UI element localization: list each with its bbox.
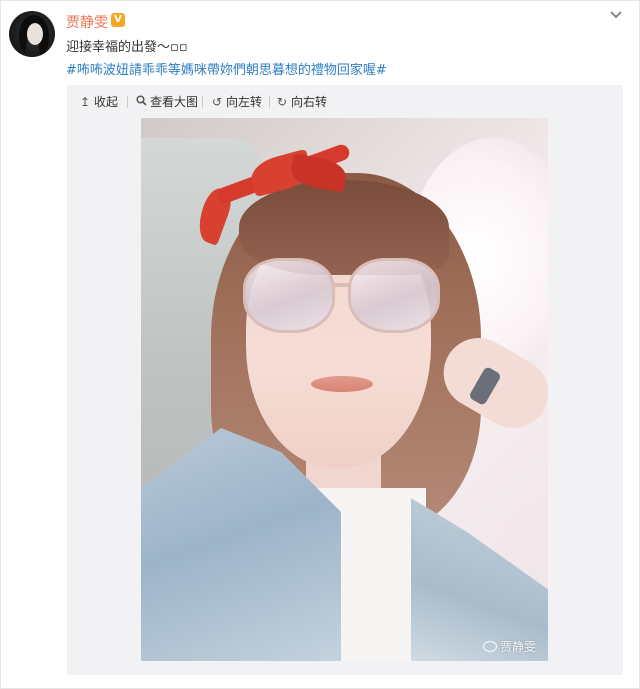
- rotate-right-label: 向右转: [291, 95, 328, 109]
- watermark-text: 贾静雯: [499, 640, 536, 654]
- post-text: 迎接幸福的出發～▫▫: [66, 40, 188, 55]
- photo-lips: [311, 376, 373, 392]
- rotate-left-button[interactable]: ↺ 向左转: [211, 91, 262, 113]
- arrow-up-icon: ↥: [79, 95, 91, 109]
- view-large-button[interactable]: 查看大图: [135, 91, 198, 113]
- collapse-button[interactable]: ↥ 收起: [79, 91, 118, 113]
- rotate-right-button[interactable]: ↻ 向右转: [276, 91, 327, 113]
- photo-denim-jacket: [411, 498, 548, 661]
- post-hashtag-link[interactable]: #咘咘波妞請乖乖等媽咪帶妳們朝思暮想的禮物回家喔#: [66, 59, 387, 78]
- view-large-label: 查看大图: [150, 95, 199, 109]
- toolbar-divider: [127, 96, 128, 108]
- weibo-post-card: 贾静雯 V 迎接幸福的出發～▫▫ #咘咘波妞請乖乖等媽咪帶妳們朝思暮想的禮物回家…: [0, 0, 640, 689]
- magnifier-icon: [135, 91, 147, 113]
- avatar[interactable]: [9, 11, 55, 57]
- photo-sunglasses-bridge: [333, 283, 351, 287]
- toolbar-divider: [202, 96, 203, 108]
- media-expand-panel: ↥ 收起 查看大图 ↺ 向左转 ↻ 向右转 贾静雯: [67, 85, 623, 675]
- post-photo[interactable]: 贾静雯: [141, 118, 548, 661]
- toolbar-divider: [269, 96, 270, 108]
- photo-watermark: 贾静雯: [482, 638, 536, 655]
- rotate-left-label: 向左转: [226, 95, 263, 109]
- collapse-label: 收起: [94, 95, 119, 109]
- photo-sunglasses-lens: [243, 258, 335, 333]
- chevron-down-icon[interactable]: [608, 9, 624, 23]
- author-name[interactable]: 贾静雯: [66, 12, 108, 32]
- media-toolbar: ↥ 收起 查看大图 ↺ 向左转 ↻ 向右转: [67, 91, 623, 113]
- rotate-left-icon: ↺: [211, 95, 223, 109]
- photo-sunglasses-lens: [348, 258, 440, 333]
- verified-badge-icon: V: [111, 13, 125, 27]
- avatar-face: [27, 23, 43, 45]
- rotate-right-icon: ↻: [276, 95, 288, 109]
- weibo-logo-icon: [482, 641, 497, 652]
